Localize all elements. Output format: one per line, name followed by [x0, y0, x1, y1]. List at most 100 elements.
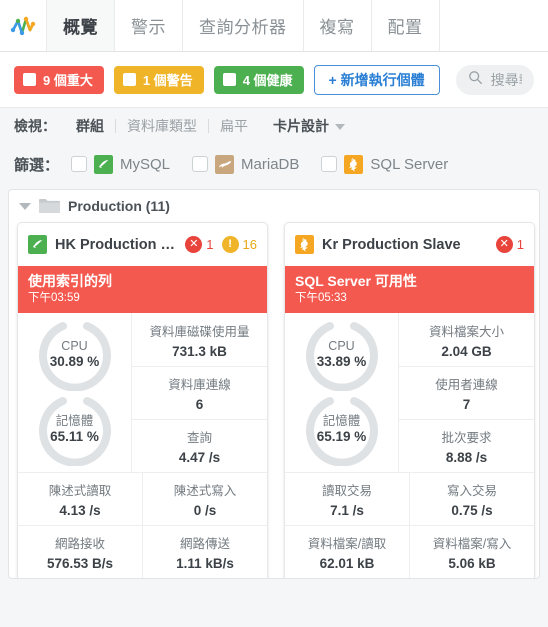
status-badge-critical[interactable]: ✕ 1 — [495, 236, 524, 253]
tab-alerts[interactable]: 警示 — [115, 0, 183, 51]
stat-cell: 網路接收 576.53 B/s — [18, 526, 143, 578]
stat-value: 4.47 /s — [178, 450, 221, 466]
filter-item-mariadb[interactable]: MariaDB — [192, 154, 300, 174]
view-option-flat[interactable]: 扁平 — [211, 116, 257, 136]
stat-cell: 陳述式寫入 0 /s — [143, 473, 267, 525]
stat-label: 資料檔案大小 — [428, 324, 504, 339]
group-header[interactable]: Production (11) — [9, 190, 539, 222]
gauge-memory-label: 記憶體 — [55, 414, 94, 429]
gauge-memory-value: 65.11 % — [50, 428, 99, 444]
app-logo[interactable] — [0, 0, 47, 51]
checkbox-icon — [23, 73, 36, 86]
card-metrics-grid: CPU 30.89 % 記憶體 65.11 % 資料庫磁碟使用量 731.3 k… — [18, 313, 267, 473]
stat-cell: 寫入交易 0.75 /s — [410, 473, 534, 525]
add-instance-button[interactable]: + 新增執行個體 — [313, 64, 440, 95]
alert-title: SQL Server 可用性 — [295, 273, 417, 289]
status-pill-critical-label: 9 個重大 — [43, 73, 93, 88]
card-design-dropdown[interactable]: 卡片設計 — [259, 116, 345, 136]
filter-checkbox-mysql[interactable] — [71, 156, 88, 172]
stat-value: 0 /s — [193, 503, 217, 519]
filter-label-mariadb: MariaDB — [241, 155, 300, 173]
stat-cell: 資料檔案/讀取 62.01 kB — [285, 526, 410, 578]
card-design-label: 卡片設計 — [273, 118, 329, 134]
sparkline-logo-icon — [9, 12, 37, 40]
stats-column: 資料庫磁碟使用量 731.3 kB 資料庫連線 6 查詢 4.47 /s — [132, 313, 267, 472]
alert-time: 下午05:33 — [295, 291, 347, 304]
stats-column: 資料檔案大小 2.04 GB 使用者連線 7 批次要求 8.88 /s — [399, 313, 534, 472]
view-label: 檢視： — [14, 118, 56, 134]
status-filter-bar: 9 個重大 1 個警告 4 個健康 + 新增執行個體 — [0, 52, 548, 108]
gauge-cpu-value: 30.89 % — [49, 353, 100, 369]
divider — [115, 119, 116, 133]
search-icon — [468, 70, 483, 90]
filter-item-mysql[interactable]: MySQL — [71, 154, 171, 174]
alert-time: 下午03:59 — [28, 291, 80, 304]
chevron-down-icon — [335, 124, 345, 131]
stat-value: 731.3 kB — [172, 343, 227, 359]
view-option-database-type[interactable]: 資料庫類型 — [118, 116, 206, 136]
status-pill-critical[interactable]: 9 個重大 — [14, 65, 104, 94]
filter-label: 篩選： — [14, 156, 60, 174]
filter-checkbox-mariadb[interactable] — [192, 156, 209, 172]
checkbox-icon — [122, 73, 136, 86]
tab-alerts-label: 警示 — [131, 18, 166, 37]
status-pill-healthy-label: 4 個健康 — [242, 73, 293, 88]
stat-value: 576.53 B/s — [46, 556, 114, 572]
status-badge-warning[interactable]: ! 16 — [221, 236, 257, 253]
card-metrics-row: 網路接收 576.53 B/s 網路傳送 1.11 kB/s — [18, 525, 267, 578]
status-badge-critical[interactable]: ✕ 1 — [185, 236, 214, 253]
tab-overview-label: 概覽 — [63, 18, 98, 37]
error-icon: ✕ — [185, 236, 203, 253]
card-footer: 已授權 — [285, 578, 534, 579]
stat-value: 5.06 kB — [448, 556, 496, 572]
critical-count: 1 — [206, 237, 214, 252]
instance-card[interactable]: Kr Production Slave ✕ 1 SQL Server 可用性 下… — [284, 222, 535, 579]
gauge-memory: 記憶體 65.19 % — [303, 392, 381, 467]
group-name-label: Production (11) — [68, 198, 170, 214]
tab-overview[interactable]: 概覽 — [47, 0, 115, 51]
filter-checkbox-sqlserver[interactable] — [321, 156, 338, 172]
gauge-cpu: CPU 33.89 % — [303, 317, 381, 392]
stat-label: 讀取交易 — [321, 484, 372, 499]
checkbox-icon — [222, 73, 236, 86]
view-option-group[interactable]: 群組 — [67, 116, 113, 136]
card-header: Kr Production Slave ✕ 1 — [285, 223, 534, 266]
status-pill-healthy[interactable]: 4 個健康 — [213, 65, 304, 94]
filter-item-sqlserver[interactable]: SQL Server — [321, 154, 448, 174]
stat-label: 陳述式寫入 — [173, 484, 237, 499]
stat-cell: 資料檔案/寫入 5.06 kB — [410, 526, 534, 578]
stat-cell: 資料庫連線 6 — [132, 367, 267, 421]
filter-label-mysql: MySQL — [120, 155, 171, 173]
stat-label: 查詢 — [186, 431, 212, 446]
tab-replication[interactable]: 複寫 — [304, 0, 372, 51]
card-alert-banner[interactable]: SQL Server 可用性 下午05:33 — [285, 266, 534, 314]
gauge-cpu-value: 33.89 % — [316, 353, 367, 369]
card-metrics-row: 讀取交易 7.1 /s 寫入交易 0.75 /s — [285, 472, 534, 526]
search-instance-box[interactable] — [455, 64, 534, 95]
stat-value: 4.13 /s — [59, 503, 101, 519]
gauge-cpu-label: CPU — [61, 339, 88, 354]
stat-label: 使用者連線 — [435, 377, 498, 392]
stat-label: 批次要求 — [441, 431, 492, 446]
status-pill-warning[interactable]: 1 個警告 — [113, 65, 204, 94]
stat-cell: 讀取交易 7.1 /s — [285, 473, 410, 526]
instance-card[interactable]: HK Production Ser... ✕ 1 ! 16 使用索引的列 下午0… — [17, 222, 268, 578]
search-input[interactable] — [490, 71, 522, 88]
stat-value: 6 — [195, 396, 204, 412]
tab-configuration-label: 配置 — [387, 18, 423, 37]
view-options-row: 檢視： 群組 資料庫類型 扁平 卡片設計 — [0, 108, 548, 144]
stat-cell: 網路傳送 1.11 kB/s — [143, 526, 267, 578]
instance-cards-container: HK Production Ser... ✕ 1 ! 16 使用索引的列 下午0… — [9, 222, 539, 579]
gauge-cpu-label: CPU — [328, 339, 355, 354]
card-title: Kr Production Slave — [322, 236, 461, 253]
stat-label: 資料檔案/讀取 — [307, 537, 387, 552]
stat-value: 0.75 /s — [451, 503, 493, 519]
stat-label: 陳述式讀取 — [48, 484, 112, 499]
card-alert-banner[interactable]: 使用索引的列 下午03:59 — [18, 266, 267, 314]
tab-configuration[interactable]: 配置 — [372, 0, 440, 51]
chevron-down-icon[interactable] — [19, 202, 31, 210]
tab-query-analyzer[interactable]: 查詢分析器 — [183, 0, 304, 51]
stat-cell: 查詢 4.47 /s — [132, 420, 267, 472]
tab-replication-label: 複寫 — [319, 18, 355, 37]
